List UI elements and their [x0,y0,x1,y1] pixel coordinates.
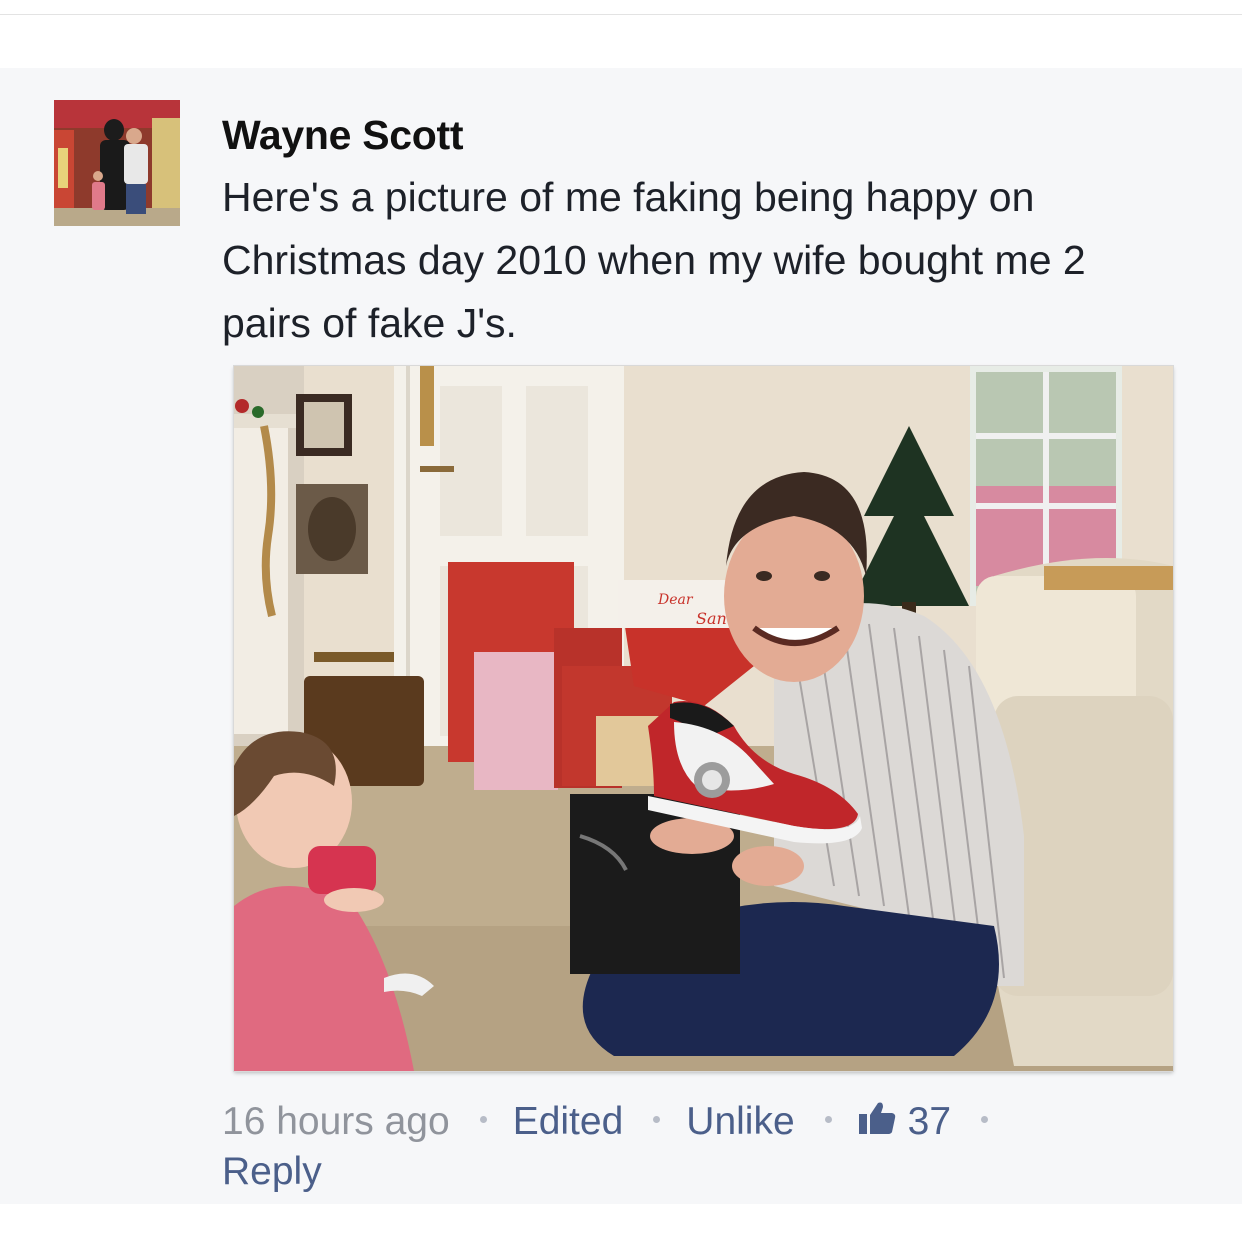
author-name[interactable]: Wayne Scott [222,112,464,159]
edited-link[interactable]: Edited [513,1100,624,1143]
top-divider [0,14,1242,15]
like-count[interactable]: 37 [908,1100,951,1143]
reply-button[interactable]: Reply [222,1146,322,1198]
dot-separator-icon [653,1116,661,1124]
photo-image: Dear Santa [234,366,1173,1071]
avatar-image [54,100,180,226]
bag-text-dear: Dear [657,592,694,608]
comment-meta: 16 hours ago Edited Unlike 37 [222,1096,1014,1148]
dot-separator-icon [824,1116,832,1124]
thumbs-up-icon[interactable] [858,1101,896,1135]
unlike-button[interactable]: Unlike [686,1100,794,1143]
author-avatar[interactable] [54,100,180,226]
dot-separator-icon [479,1116,487,1124]
timestamp[interactable]: 16 hours ago [222,1100,450,1143]
attached-photo[interactable]: Dear Santa [234,366,1173,1071]
comment-text: Here's a picture of me faking being happ… [222,174,1086,346]
dot-separator-icon [981,1116,989,1124]
